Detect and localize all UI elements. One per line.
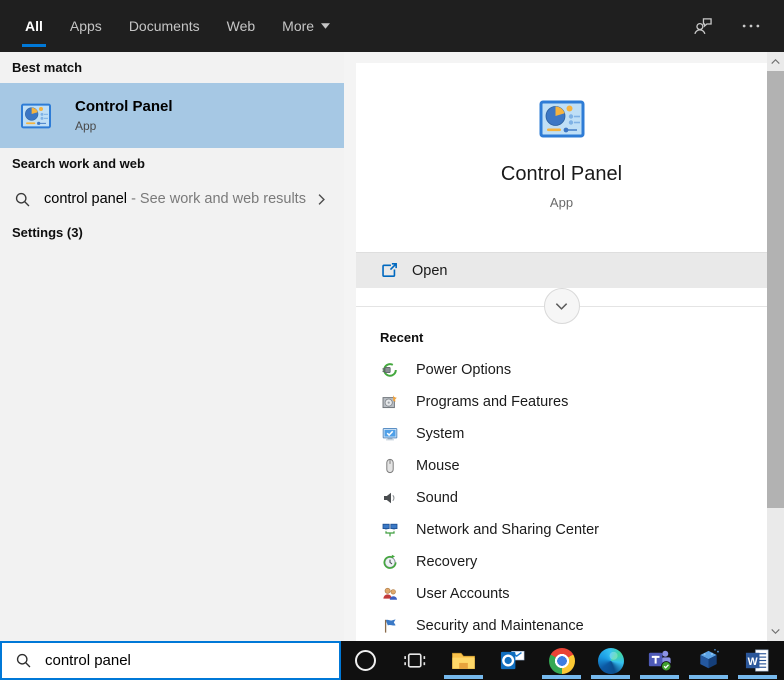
recovery-icon bbox=[382, 554, 398, 570]
taskbar-cube-app-button[interactable] bbox=[684, 641, 733, 680]
expand-actions-button[interactable] bbox=[544, 288, 580, 324]
recent-item-label: System bbox=[416, 426, 464, 442]
mouse-icon bbox=[382, 458, 398, 474]
taskbar-cortana-button[interactable] bbox=[341, 641, 390, 680]
recent-item-label: Security and Maintenance bbox=[416, 618, 584, 634]
recent-item-system[interactable]: System bbox=[356, 418, 767, 450]
control-panel-icon-large bbox=[538, 95, 586, 143]
user-accounts-icon bbox=[382, 586, 398, 602]
search-icon bbox=[14, 191, 31, 208]
recent-item-label: Sound bbox=[416, 490, 458, 506]
tab-documents-label: Documents bbox=[129, 18, 200, 34]
tab-web-label: Web bbox=[227, 18, 256, 34]
search-web-header: Search work and web bbox=[12, 156, 145, 171]
tab-web[interactable]: Web bbox=[227, 0, 256, 52]
web-suggestion-row[interactable]: control panel - See work and web results bbox=[0, 180, 344, 218]
outlook-icon bbox=[499, 647, 526, 674]
settings-header: Settings (3) bbox=[12, 225, 83, 240]
cube-app-icon bbox=[695, 647, 722, 674]
search-filter-bar: All Apps Documents Web More bbox=[0, 0, 784, 52]
recent-item-power-options[interactable]: Power Options bbox=[356, 354, 767, 386]
taskbar-edge-button[interactable] bbox=[586, 641, 635, 680]
chevron-down-icon bbox=[321, 23, 330, 29]
chevron-right-icon[interactable] bbox=[315, 193, 328, 206]
recent-list: Power Options Programs and Features Syst… bbox=[356, 354, 767, 642]
open-action-label: Open bbox=[412, 263, 447, 279]
best-match-text: Control Panel App bbox=[75, 98, 173, 133]
cortana-icon bbox=[355, 650, 376, 671]
chevron-down-icon bbox=[554, 299, 569, 314]
recent-item-network-sharing-center[interactable]: Network and Sharing Center bbox=[356, 514, 767, 546]
tab-apps[interactable]: Apps bbox=[70, 0, 102, 52]
best-match-subtitle: App bbox=[75, 119, 173, 133]
recent-item-recovery[interactable]: Recovery bbox=[356, 546, 767, 578]
search-input[interactable] bbox=[45, 652, 305, 669]
results-panel: Best match Control Panel App Search work… bbox=[0, 52, 344, 641]
taskbar-search-box[interactable] bbox=[0, 641, 341, 680]
taskbar-chrome-button[interactable] bbox=[537, 641, 586, 680]
scrollbar-down-button[interactable] bbox=[767, 623, 784, 640]
taskbar-file-explorer-button[interactable] bbox=[439, 641, 488, 680]
recent-item-sound[interactable]: Sound bbox=[356, 482, 767, 514]
feedback-icon[interactable] bbox=[692, 15, 714, 37]
security-maintenance-flag-icon bbox=[382, 618, 398, 634]
preview-app-subtitle: App bbox=[356, 195, 767, 210]
best-match-header: Best match bbox=[12, 60, 82, 75]
system-icon bbox=[382, 426, 398, 442]
recent-item-label: User Accounts bbox=[416, 586, 510, 602]
preview-card: Control Panel App Open Recent Power Opti… bbox=[356, 63, 767, 641]
taskbar-task-view-button[interactable] bbox=[390, 641, 439, 680]
file-explorer-icon bbox=[450, 647, 477, 674]
web-suggestion-suffix: - See work and web results bbox=[131, 191, 306, 207]
chevron-up-icon bbox=[770, 56, 781, 67]
power-options-icon bbox=[382, 362, 398, 378]
taskbar-word-button[interactable] bbox=[733, 641, 782, 680]
preview-app-title: Control Panel bbox=[356, 163, 767, 186]
recent-item-user-accounts[interactable]: User Accounts bbox=[356, 578, 767, 610]
recent-item-label: Programs and Features bbox=[416, 394, 568, 410]
control-panel-icon bbox=[20, 100, 52, 132]
tab-apps-label: Apps bbox=[70, 18, 102, 34]
network-icon bbox=[382, 522, 398, 538]
recent-item-label: Recovery bbox=[416, 554, 477, 570]
filter-tabs: All Apps Documents Web More bbox=[0, 0, 330, 52]
scrollbar-up-button[interactable] bbox=[767, 53, 784, 70]
ellipsis-icon[interactable] bbox=[740, 15, 762, 37]
word-icon bbox=[744, 647, 771, 674]
open-action[interactable]: Open bbox=[356, 252, 767, 288]
recent-item-label: Network and Sharing Center bbox=[416, 522, 599, 538]
search-icon bbox=[15, 652, 32, 669]
chrome-icon bbox=[549, 648, 575, 674]
scrollbar[interactable] bbox=[767, 52, 784, 641]
best-match-title: Control Panel bbox=[75, 98, 173, 115]
recent-item-mouse[interactable]: Mouse bbox=[356, 450, 767, 482]
tab-more[interactable]: More bbox=[282, 0, 330, 52]
chevron-down-icon bbox=[770, 626, 781, 637]
preview-panel: Control Panel App Open Recent Power Opti… bbox=[344, 52, 767, 641]
topbar-actions bbox=[692, 15, 784, 37]
tab-all[interactable]: All bbox=[25, 0, 43, 52]
tab-documents[interactable]: Documents bbox=[129, 0, 200, 52]
open-external-icon bbox=[380, 261, 399, 280]
edge-icon bbox=[598, 648, 624, 674]
best-match-result-control-panel[interactable]: Control Panel App bbox=[0, 83, 344, 148]
programs-features-icon bbox=[382, 394, 398, 410]
web-suggestion-query: control panel bbox=[44, 191, 127, 207]
recent-item-label: Power Options bbox=[416, 362, 511, 378]
scrollbar-thumb[interactable] bbox=[767, 71, 784, 508]
recent-item-security-and-maintenance[interactable]: Security and Maintenance bbox=[356, 610, 767, 642]
task-view-icon bbox=[401, 647, 428, 674]
tab-more-label: More bbox=[282, 18, 314, 34]
recent-item-programs-and-features[interactable]: Programs and Features bbox=[356, 386, 767, 418]
teams-icon bbox=[646, 647, 673, 674]
taskbar-teams-button[interactable] bbox=[635, 641, 684, 680]
recent-header: Recent bbox=[380, 330, 423, 345]
taskbar bbox=[341, 641, 784, 680]
tab-all-label: All bbox=[25, 18, 43, 34]
sound-icon bbox=[382, 490, 398, 506]
taskbar-outlook-button[interactable] bbox=[488, 641, 537, 680]
recent-item-label: Mouse bbox=[416, 458, 460, 474]
web-suggestion-text: control panel - See work and web results bbox=[44, 191, 306, 207]
